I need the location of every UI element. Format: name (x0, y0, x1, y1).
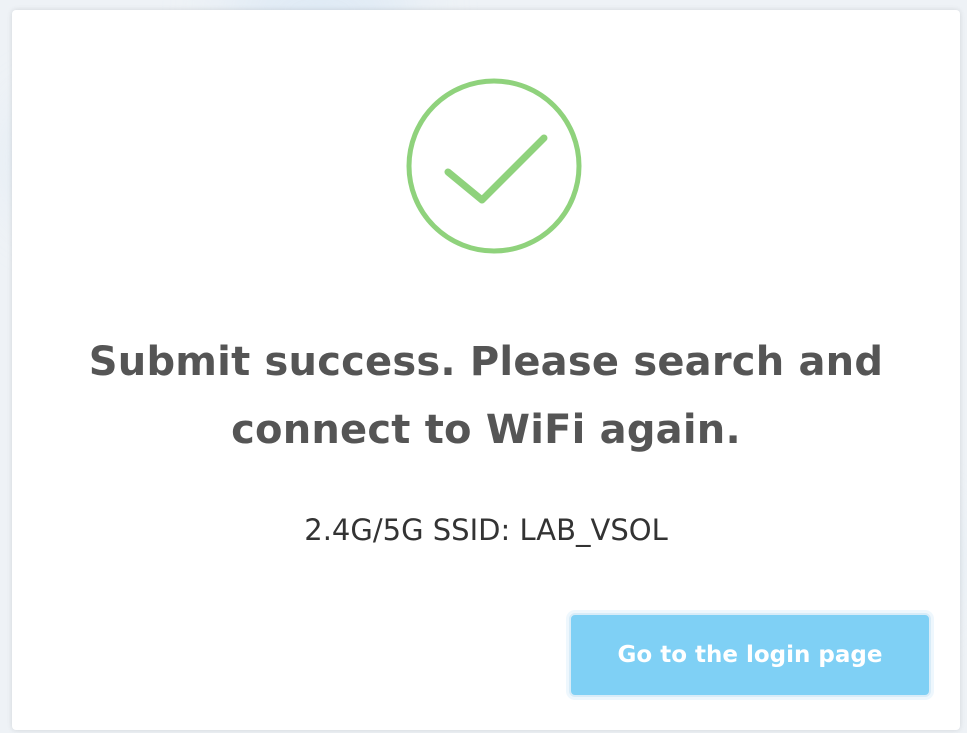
login-page-button[interactable]: Go to the login page (569, 613, 931, 697)
ssid-label: 2.4G/5G SSID: LAB_VSOL (304, 513, 668, 547)
success-dialog: Submit success. Please search and connec… (12, 10, 960, 730)
success-message: Submit success. Please search and connec… (88, 339, 884, 453)
check-circle-icon (406, 78, 582, 254)
